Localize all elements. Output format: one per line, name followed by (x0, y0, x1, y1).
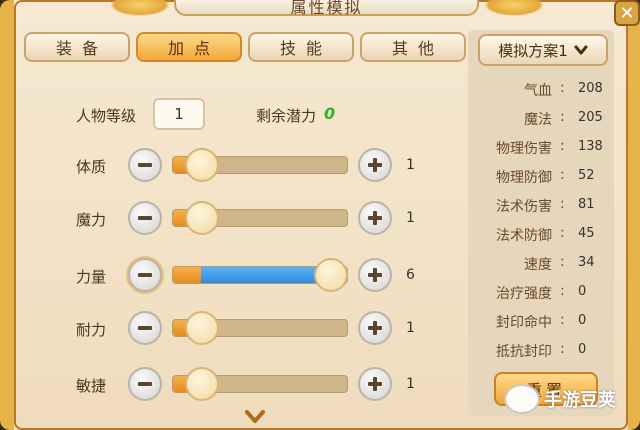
attribute-slider[interactable] (172, 367, 348, 401)
stat-colon: : (560, 109, 565, 125)
tab-label: 其他 (391, 39, 444, 58)
attribute-label: 魔力 (76, 211, 107, 229)
attribute-sim-window: 属性模拟 装备 加点 技能 其他 人物等级 1 剩余潜力 0 体质 1 魔力 1 力量 6… (0, 0, 640, 430)
stat-name: 物理伤害 (496, 141, 552, 157)
decrease-button[interactable] (128, 367, 162, 401)
slider-handle[interactable] (185, 201, 219, 235)
decrease-button[interactable] (128, 311, 162, 345)
stat-value: 208 (578, 81, 603, 96)
increase-button[interactable] (358, 367, 392, 401)
minus-icon (138, 326, 152, 330)
scheme-dropdown[interactable]: 模拟方案1 (478, 34, 608, 66)
decrease-button[interactable] (128, 148, 162, 182)
title-ornament-right (484, 0, 544, 16)
attribute-label: 耐力 (76, 321, 107, 339)
stat-name: 法术防御 (496, 228, 552, 244)
stat-colon: : (560, 225, 565, 241)
close-icon[interactable]: ✕ (614, 0, 640, 26)
stat-colon: : (560, 283, 565, 299)
stat-value: 81 (578, 197, 595, 212)
attribute-value: 1 (406, 210, 415, 226)
tab-label: 加点 (167, 39, 220, 58)
slider-handle[interactable] (314, 258, 348, 292)
title-bar: 属性模拟 (174, 0, 479, 17)
stat-colon: : (560, 80, 565, 96)
level-label: 人物等级 (76, 107, 137, 125)
slider-base-fill (173, 267, 201, 283)
plus-icon (368, 158, 382, 172)
minus-icon (138, 163, 152, 167)
minus-icon (138, 273, 152, 277)
plus-icon (368, 377, 382, 391)
increase-button[interactable] (358, 311, 392, 345)
stat-value: 0 (578, 284, 587, 299)
stat-name: 气血 (524, 83, 552, 99)
attribute-value: 6 (406, 267, 415, 283)
title-ornament-left (110, 0, 170, 16)
level-input[interactable]: 1 (153, 98, 205, 130)
attribute-value: 1 (406, 320, 415, 336)
level-value: 1 (174, 105, 184, 123)
stat-value: 205 (578, 110, 603, 125)
stat-name: 物理防御 (496, 170, 552, 186)
attribute-label: 力量 (76, 268, 107, 286)
tab-label: 技能 (279, 39, 332, 58)
stat-value: 138 (578, 139, 603, 154)
watermark-logo (504, 384, 540, 414)
attribute-value: 1 (406, 376, 415, 392)
decrease-button[interactable] (128, 258, 162, 292)
stat-colon: : (560, 196, 565, 212)
slider-added-fill (201, 267, 330, 283)
plus-icon (368, 268, 382, 282)
stat-name: 法术伤害 (496, 199, 552, 215)
attribute-label: 敏捷 (76, 377, 107, 395)
slider-handle[interactable] (185, 311, 219, 345)
potential-value: 0 (324, 104, 336, 123)
tab-equipment[interactable]: 装备 (24, 32, 130, 62)
increase-button[interactable] (358, 201, 392, 235)
slider-handle[interactable] (185, 367, 219, 401)
decrease-button[interactable] (128, 201, 162, 235)
stat-name: 封印命中 (496, 315, 552, 331)
stat-colon: : (560, 138, 565, 154)
chevron-down-icon[interactable] (244, 408, 266, 426)
minus-icon (138, 216, 152, 220)
stat-name: 治疗强度 (496, 286, 552, 302)
watermark-text: 手游豆荚 (544, 390, 616, 411)
tab-skills[interactable]: 技能 (248, 32, 354, 62)
scheme-selected: 模拟方案1 (498, 41, 568, 60)
tab-other[interactable]: 其他 (360, 32, 466, 62)
stat-value: 52 (578, 168, 595, 183)
attribute-label: 体质 (76, 158, 107, 176)
plus-icon (368, 321, 382, 335)
window-title: 属性模拟 (290, 0, 363, 17)
stat-colon: : (560, 312, 565, 328)
attribute-slider[interactable] (172, 148, 348, 182)
tab-label: 装备 (55, 39, 108, 58)
stat-name: 魔法 (524, 112, 552, 128)
chevron-down-icon (574, 45, 588, 55)
stat-value: 0 (578, 342, 587, 357)
potential-label: 剩余潜力 (256, 107, 317, 125)
stat-value: 34 (578, 255, 595, 270)
attribute-slider[interactable] (172, 201, 348, 235)
slider-handle[interactable] (185, 148, 219, 182)
increase-button[interactable] (358, 148, 392, 182)
minus-icon (138, 382, 152, 386)
stat-name: 速度 (524, 257, 552, 273)
stat-value: 0 (578, 313, 587, 328)
plus-icon (368, 211, 382, 225)
stat-colon: : (560, 254, 565, 270)
watermark: 手游豆荚 (504, 384, 616, 414)
attribute-slider[interactable] (172, 311, 348, 345)
stat-colon: : (560, 341, 565, 357)
stat-colon: : (560, 167, 565, 183)
increase-button[interactable] (358, 258, 392, 292)
stat-name: 抵抗封印 (496, 344, 552, 360)
attribute-value: 1 (406, 157, 415, 173)
tab-add-points[interactable]: 加点 (136, 32, 242, 62)
stat-value: 45 (578, 226, 595, 241)
attribute-slider[interactable] (172, 258, 348, 292)
